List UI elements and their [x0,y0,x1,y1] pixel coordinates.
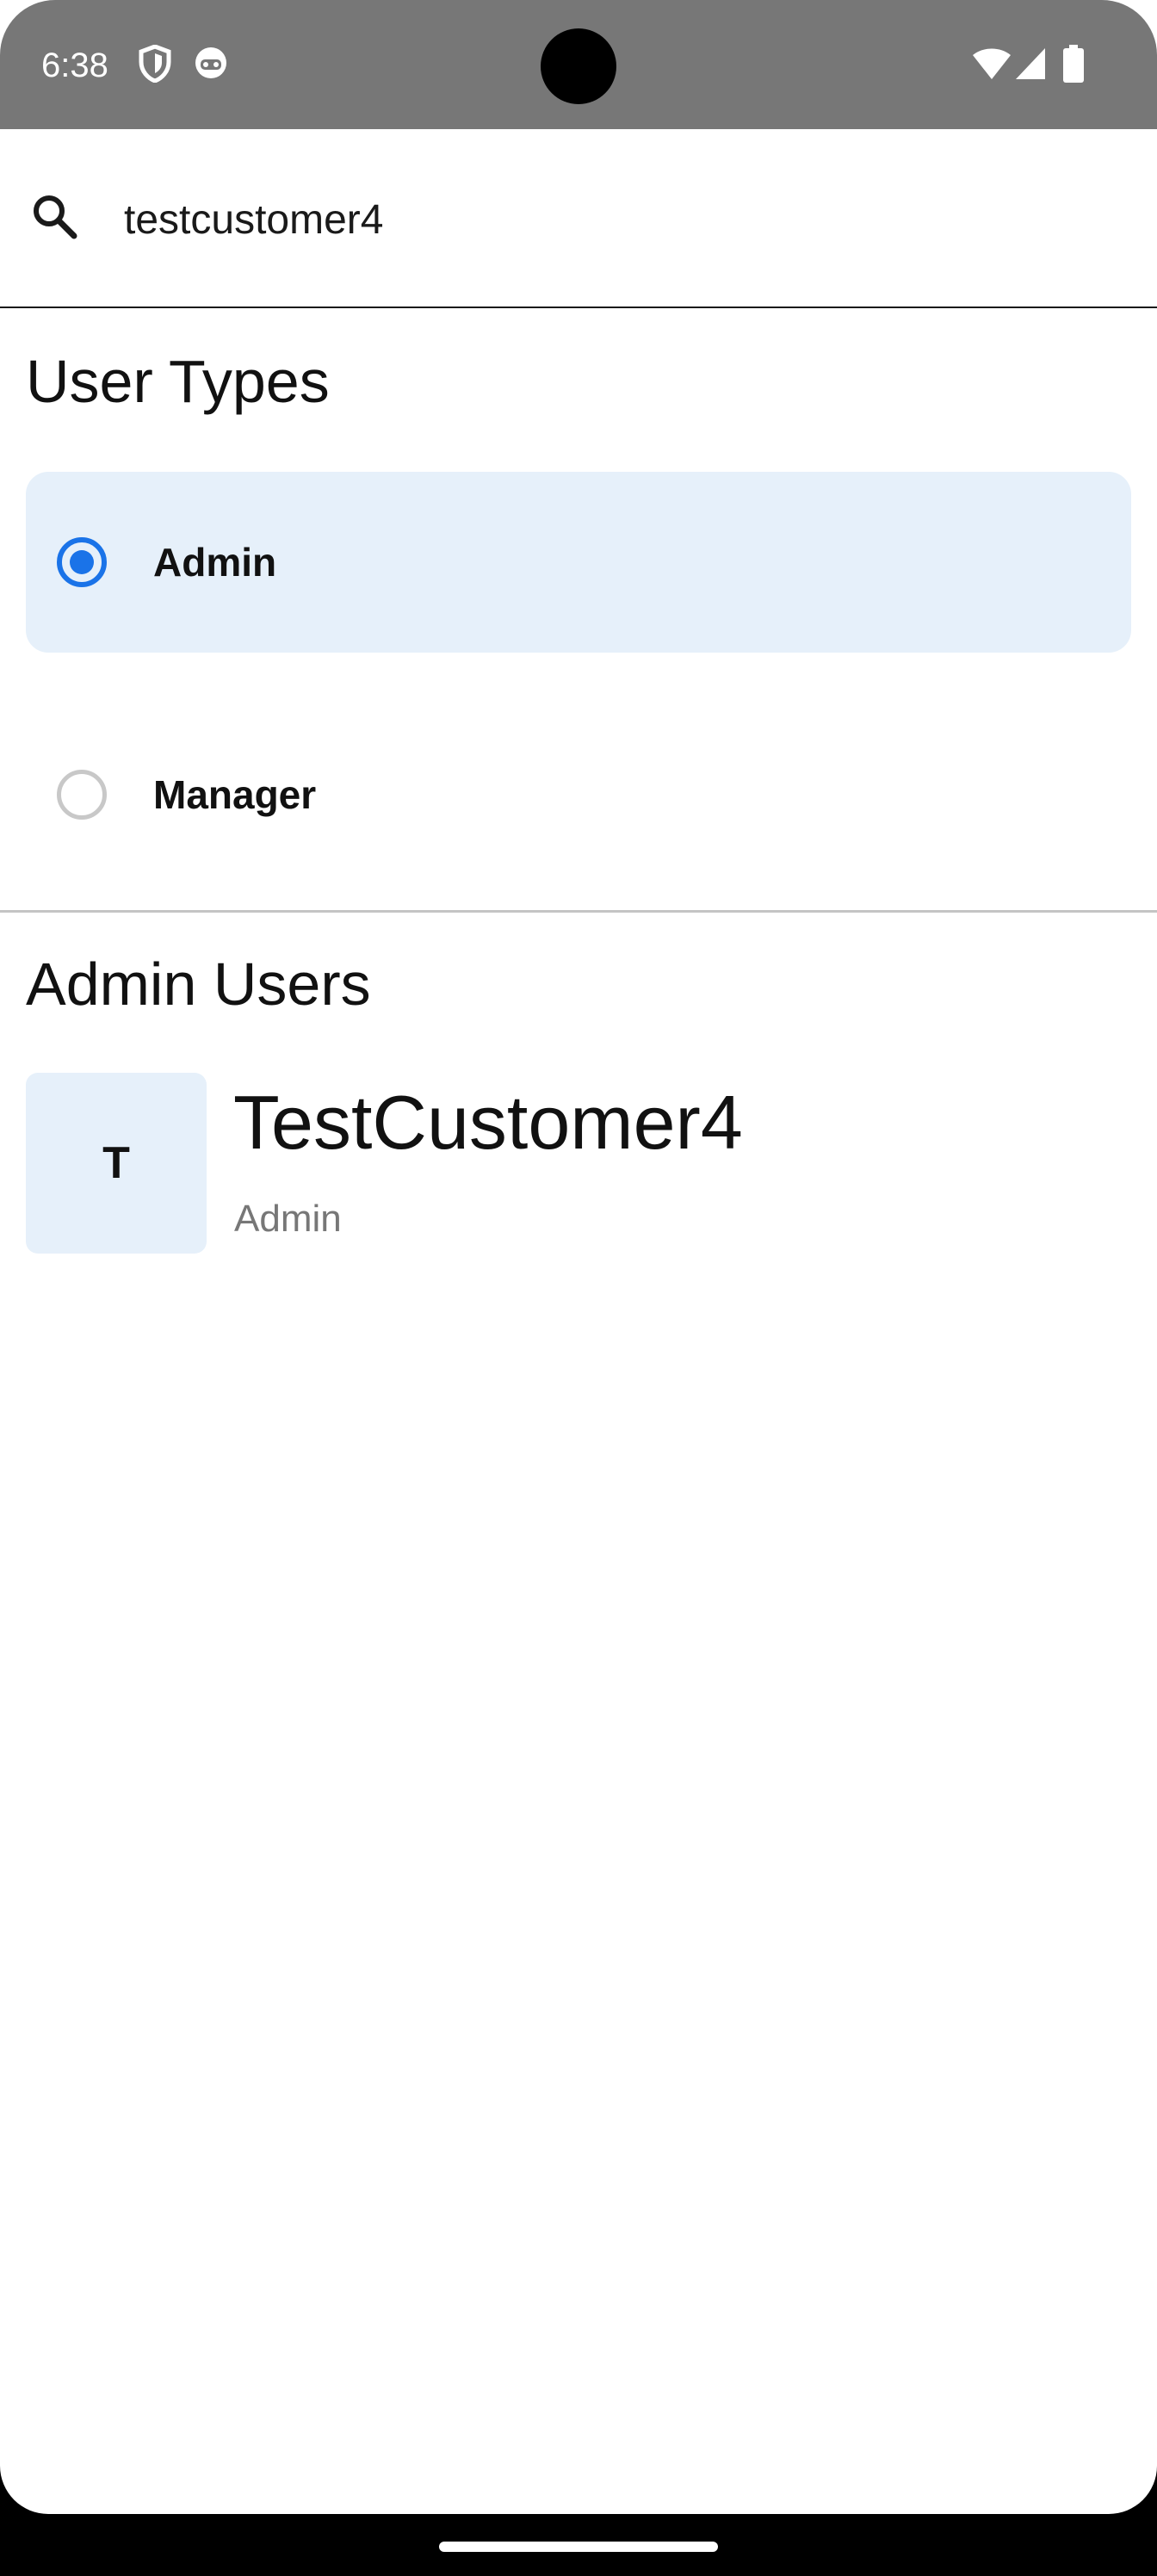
radio-option-manager[interactable]: Manager [26,704,1131,885]
radio-label-admin: Admin [153,540,277,585]
status-bar: 6:38 [0,0,1157,129]
signal-icon [1014,46,1047,85]
shield-icon [138,44,172,87]
radio-label-manager: Manager [153,772,317,817]
search-icon[interactable] [29,191,79,245]
user-types-title: User Types [26,348,330,415]
user-role: Admin [234,1198,342,1240]
radio-button-selected[interactable] [57,537,107,587]
search-input[interactable] [124,189,1114,250]
status-time: 6:38 [41,46,108,84]
admin-users-title: Admin Users [26,951,371,1018]
section-divider [0,910,1157,913]
face-icon [193,45,229,85]
battery-icon [1062,45,1085,87]
avatar: T [26,1073,207,1254]
radio-option-admin[interactable]: Admin [26,472,1131,653]
radio-button-unselected[interactable] [57,770,107,820]
camera-cutout [541,28,616,104]
user-list-item[interactable]: T TestCustomer4 Admin [26,1073,1131,1255]
user-name: TestCustomer4 [233,1080,743,1165]
search-bar [0,129,1157,308]
home-indicator[interactable] [439,2542,718,2552]
wifi-icon [971,46,1012,85]
app-screen: 6:38 testcustomer4 User Types Admin Mana… [0,0,1157,2514]
